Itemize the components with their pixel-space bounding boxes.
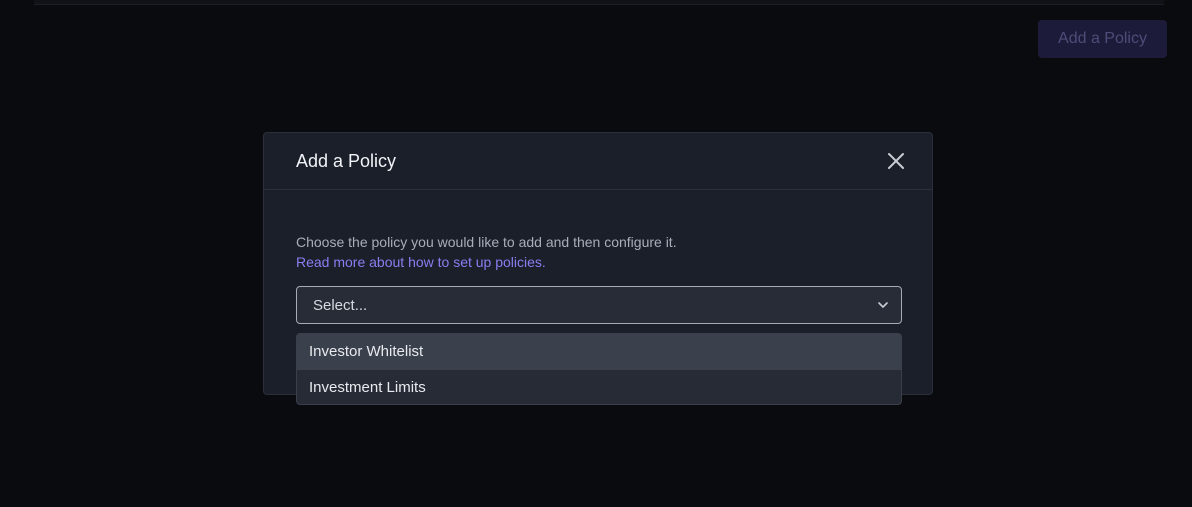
chevron-down-icon [878, 302, 888, 308]
top-panel-edge [34, 0, 1164, 5]
modal-description: Choose the policy you would like to add … [296, 234, 677, 250]
close-icon [888, 153, 904, 169]
policy-select[interactable]: Select... [296, 286, 902, 324]
option-investor-whitelist[interactable]: Investor Whitelist [297, 334, 901, 370]
add-policy-button[interactable]: Add a Policy [1038, 20, 1167, 58]
modal-header: Add a Policy [264, 133, 932, 190]
select-placeholder: Select... [313, 297, 368, 314]
close-button[interactable] [886, 151, 906, 171]
page-background: Add a Policy Add a Policy Choose the pol… [0, 0, 1192, 507]
option-investment-limits[interactable]: Investment Limits [297, 370, 901, 404]
policy-dropdown-menu: Investor Whitelist Investment Limits [296, 333, 902, 405]
help-link[interactable]: Read more about how to set up policies. [296, 252, 546, 272]
modal-title: Add a Policy [296, 151, 397, 171]
